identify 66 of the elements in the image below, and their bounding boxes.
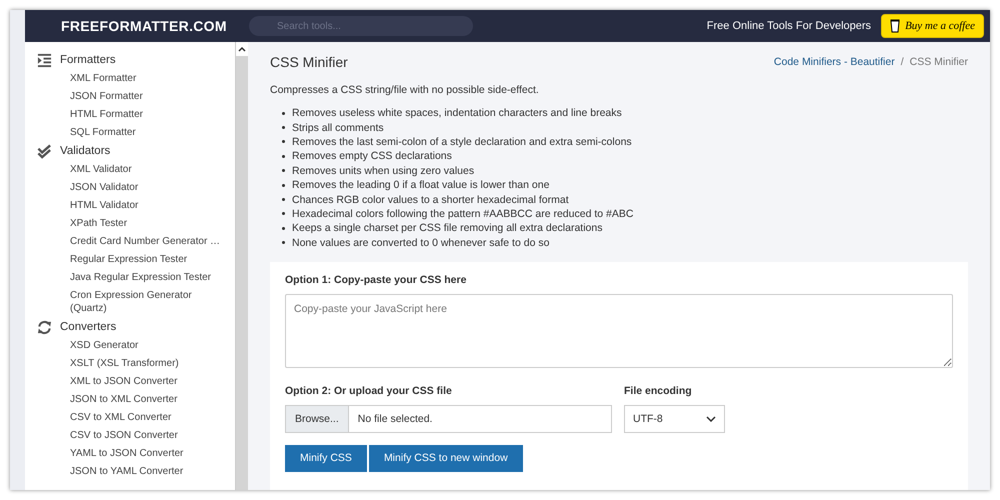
file-status: No file selected. (356, 412, 432, 425)
refresh-icon (37, 320, 52, 334)
browse-button[interactable]: Browse... (286, 406, 349, 432)
bullet-icon (282, 154, 285, 158)
sidebar-link[interactable]: YAML to JSON Converter (70, 444, 230, 462)
bullet-icon (282, 169, 285, 172)
feature-text: Keeps a single charset per CSS file removing all extra declarations (292, 222, 602, 234)
field-label: Option 1: Copy-paste your CSS here (285, 274, 468, 286)
minify-button[interactable]: Minify CSS to new window (368, 444, 523, 472)
feature-text: Hexadecimal colors following the pattern #AABBCC are reduced to #ABC (292, 208, 634, 220)
coffee-button[interactable]: Buy me a coffee (881, 14, 984, 38)
page-title: CSS Minifier (270, 54, 348, 70)
site-logo[interactable]: FREEFORMATTER.COM (61, 18, 249, 34)
field-label: File encoding (624, 384, 693, 397)
tagline: Free Online Tools For Developers (706, 20, 872, 32)
feature-text: Removes units when using zero values (292, 164, 474, 177)
sidebar-link[interactable]: Java Regular Expression Tester (70, 268, 230, 286)
sidebar-link[interactable]: XML Formatter (70, 69, 230, 87)
bullet-icon (282, 212, 285, 216)
sidebar-link[interactable]: JSON Formatter (70, 87, 230, 105)
feature-text: Strips all comments (292, 122, 384, 134)
feature-text: Removes useless white spaces, indentation characters and line breaks (292, 107, 622, 120)
feature-text: Removes the last semi-colon of a style declaration and extra semi-colons (292, 136, 632, 148)
scroll-up-icon[interactable] (238, 46, 246, 52)
sidebar-link[interactable]: JSON to XML Converter (70, 390, 230, 408)
bullet-icon (282, 198, 285, 202)
sidebar-link[interactable]: CSV to XML Converter (70, 408, 230, 426)
feature-text: Chances RGB color values to a shorter hexadecimal format (292, 194, 569, 206)
bullet-icon (282, 112, 285, 115)
bullet-icon (282, 226, 285, 230)
bullet-icon (282, 184, 285, 187)
sidebar-link[interactable]: XSLT (XSL Transformer) (70, 354, 230, 372)
indent-icon (37, 52, 52, 68)
sidebar-link[interactable]: XPath Tester (70, 214, 230, 232)
field-label: Option 2: Or upload your CSS file (285, 384, 453, 397)
sidebar-link[interactable]: XSD Generator (70, 336, 230, 354)
bullet-icon (282, 241, 285, 244)
css-input-field[interactable]: Copy-paste your JavaScript here (285, 294, 953, 368)
description: Compresses a CSS string/file with no possible side-effect. (270, 84, 540, 96)
sidebar-link[interactable]: SQL Formatter (70, 123, 230, 141)
sidebar-link[interactable]: HTML Validator (70, 196, 230, 214)
sidebar-link[interactable]: HTML Formatter (70, 105, 230, 123)
cup-icon (890, 19, 900, 33)
sidebar-link[interactable]: Cron Expression Generator (Quartz) (70, 286, 230, 317)
bullet-icon (282, 126, 285, 130)
chevron-down-icon (706, 416, 716, 422)
sidebar-link[interactable]: JSON to YAML Converter (70, 462, 230, 480)
breadcrumb-separator: / (900, 56, 904, 68)
double-check-icon (37, 144, 52, 158)
feature-text: Removes the leading 0 if a float value is lower than one (292, 179, 550, 192)
encoding-dropdown[interactable]: UTF-8 (624, 404, 725, 433)
feature-text: None values are converted to 0 whenever safe to do so (292, 236, 550, 249)
sidebar-link[interactable]: XML Validator (70, 160, 230, 178)
group-heading: Formatters (60, 54, 116, 66)
bullet-icon (282, 140, 285, 144)
breadcrumb-link[interactable]: Code Minifiers - Beautifier (774, 56, 895, 68)
sidebar-link[interactable]: Regular Expression Tester (70, 250, 230, 268)
sidebar-link[interactable]: XML to JSON Converter (70, 372, 230, 390)
group-heading: Converters (60, 321, 116, 333)
minify-button[interactable]: Minify CSS (285, 444, 367, 472)
breadcrumb-current: CSS Minifier (910, 56, 968, 68)
sidebar-link[interactable]: JSON Validator (70, 178, 230, 196)
sidebar-link[interactable]: CSV to JSON Converter (70, 426, 230, 444)
group-heading: Validators (60, 145, 110, 157)
sidebar-link[interactable]: Credit Card Number Generator … (70, 232, 230, 250)
feature-text: Removes empty CSS declarations (292, 150, 452, 162)
